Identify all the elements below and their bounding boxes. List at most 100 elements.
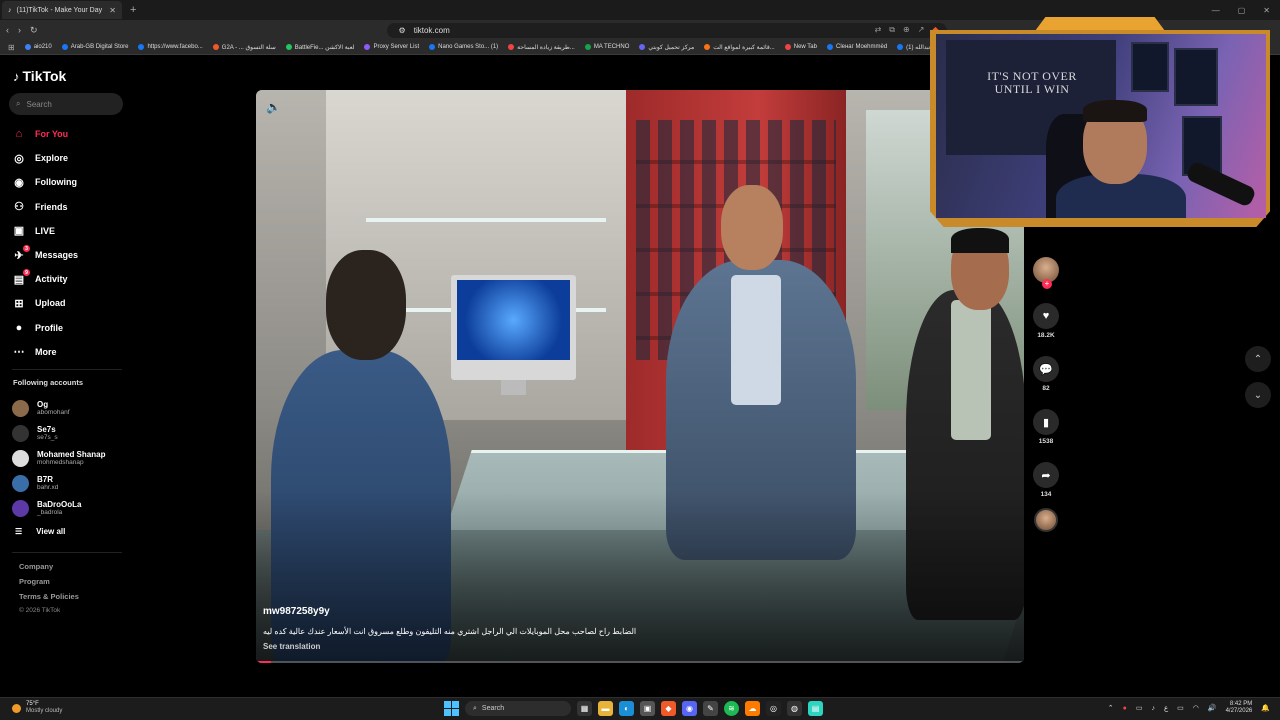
- nav-item-friends[interactable]: ⚇ Friends: [12, 195, 78, 219]
- bookmark-item[interactable]: مركز تحميل كوبتي: [639, 44, 694, 51]
- new-tab-icon[interactable]: +: [130, 4, 136, 16]
- follow-plus-icon[interactable]: +: [1042, 279, 1052, 289]
- bookmark-item[interactable]: قائمة كبيرة لمواقع الت...: [704, 44, 775, 51]
- search-placeholder: Search: [26, 99, 52, 109]
- bookmark-item[interactable]: https://www.facebo...: [138, 44, 203, 50]
- wifi-icon[interactable]: ◠: [1193, 704, 1199, 712]
- display-icon[interactable]: ▭: [1177, 704, 1184, 712]
- translate-icon[interactable]: ⇄: [875, 25, 882, 35]
- footer-link-company[interactable]: Company: [19, 562, 79, 577]
- creator-avatar[interactable]: +: [1033, 257, 1059, 289]
- app-icon[interactable]: ▤: [808, 701, 823, 716]
- taskbar-search[interactable]: ⌕ Search: [465, 701, 571, 716]
- spotify-icon[interactable]: ≋: [724, 701, 739, 716]
- language-icon[interactable]: ع: [1164, 704, 1168, 712]
- bookmark-item[interactable]: (1) عبدالله: [897, 44, 932, 51]
- clock[interactable]: 8:42 PM 4/27/2026: [1226, 701, 1253, 715]
- previous-video-button[interactable]: ⌃: [1245, 346, 1271, 372]
- nav-item-for-you[interactable]: ⌂ For You: [12, 122, 78, 146]
- sound-avatar[interactable]: [1034, 508, 1058, 532]
- comment-button[interactable]: 💬: [1033, 356, 1059, 382]
- maximize-icon[interactable]: ▢: [1238, 6, 1246, 15]
- video-player[interactable]: 🔈 mw987258y9y الضابط راح لصاحب محل الموب…: [256, 90, 1024, 663]
- nav-item-following[interactable]: ◉ Following: [12, 170, 78, 194]
- obs-icon[interactable]: ◎: [766, 701, 781, 716]
- account-item[interactable]: BaDroOoLa _badrola: [12, 496, 105, 521]
- store-icon[interactable]: ▣: [640, 701, 655, 716]
- account-item[interactable]: Og abomohanf: [12, 396, 105, 421]
- network-app-icon[interactable]: ▭: [1136, 704, 1143, 712]
- account-item[interactable]: Mohamed Shanap mohmedshanap: [12, 446, 105, 471]
- apps-grid-icon[interactable]: ⊞: [8, 43, 15, 52]
- bookmark-label: https://www.facebo...: [147, 44, 203, 50]
- bookmark-label: Arab-GB Digital Store: [70, 44, 129, 50]
- bookmark-item[interactable]: Nano Games Sto... (1): [429, 44, 498, 50]
- nav-item-explore[interactable]: ◎ Explore: [12, 146, 78, 170]
- poster: [1131, 42, 1169, 92]
- video-author[interactable]: mw987258y9y: [263, 606, 963, 617]
- search-input[interactable]: ⌕ Search: [9, 93, 123, 115]
- share-icon[interactable]: ↗: [918, 25, 925, 35]
- widgets-icon[interactable]: ▦: [577, 701, 592, 716]
- discord-icon[interactable]: ◉: [682, 701, 697, 716]
- volume-icon[interactable]: 🔊: [1208, 704, 1217, 712]
- browser-tab[interactable]: ♪ (11)TikTok - Make Your Day ✕: [2, 1, 122, 19]
- mic-icon[interactable]: ♪: [1151, 705, 1155, 712]
- notes-icon[interactable]: ✎: [703, 701, 718, 716]
- video-progress-bar[interactable]: [256, 661, 1024, 663]
- account-item[interactable]: B7R bahr.xd: [12, 471, 105, 496]
- volume-icon[interactable]: 🔈: [266, 100, 281, 114]
- reload-icon[interactable]: ↻: [30, 25, 38, 36]
- nav-item-activity[interactable]: ▤ 9 Activity: [12, 267, 78, 291]
- nav-item-live[interactable]: ▣ LIVE: [12, 219, 78, 243]
- bookmark-item[interactable]: Proxy Server List: [364, 44, 419, 50]
- view-all-label: View all: [36, 527, 66, 536]
- tiktok-logo[interactable]: ♪ TikTok: [13, 68, 66, 84]
- open-external-icon[interactable]: ⧉: [889, 25, 895, 35]
- view-all-button[interactable]: ☰ View all: [15, 527, 65, 536]
- nav-item-upload[interactable]: ⊞ Upload: [12, 291, 78, 315]
- weather-widget[interactable]: 75°F Mostly cloudy: [12, 701, 62, 715]
- bookmark-favicon-icon: [212, 44, 219, 50]
- start-button[interactable]: [444, 701, 459, 716]
- site-info-icon[interactable]: ⚙: [399, 26, 406, 35]
- bookmark-item[interactable]: G2A - ... سلة التسوق: [212, 44, 276, 51]
- close-window-icon[interactable]: ✕: [1263, 6, 1270, 15]
- cloud-app-icon[interactable]: ☁: [745, 701, 760, 716]
- share-button[interactable]: ➦: [1033, 462, 1059, 488]
- list-icon: ☰: [15, 527, 23, 536]
- see-translation-link[interactable]: See translation: [263, 642, 963, 651]
- chrome-icon[interactable]: ◍: [787, 701, 802, 716]
- save-button[interactable]: ▮: [1033, 409, 1059, 435]
- nav-item-profile[interactable]: ● Profile: [12, 316, 78, 340]
- like-button[interactable]: ♥: [1033, 303, 1059, 329]
- minimize-icon[interactable]: —: [1212, 6, 1220, 15]
- logo-text: TikTok: [22, 68, 67, 84]
- antivirus-icon[interactable]: ●: [1123, 705, 1127, 712]
- brave-icon[interactable]: ◆: [661, 701, 676, 716]
- chevron-up-icon[interactable]: ⌃: [1108, 704, 1114, 712]
- forward-icon[interactable]: ›: [18, 25, 21, 35]
- bookmark-item[interactable]: MA TECHNO: [584, 44, 629, 50]
- bookmark-item[interactable]: طريقة زيادة المساحة...: [508, 44, 575, 51]
- bookmark-item[interactable]: aio210: [24, 44, 52, 50]
- bookmark-item[interactable]: New Tab: [784, 44, 817, 50]
- zoom-icon[interactable]: ⊕: [903, 25, 910, 35]
- nav-item-messages[interactable]: ✈ 3 Messages: [12, 243, 78, 267]
- bookmark-favicon-icon: [24, 44, 31, 50]
- nav-item-more[interactable]: ⋯ More: [12, 340, 78, 364]
- footer-link-program[interactable]: Program: [19, 577, 79, 592]
- back-icon[interactable]: ‹: [6, 25, 9, 35]
- bookmark-item[interactable]: Arab-GB Digital Store: [61, 44, 129, 50]
- notification-icon[interactable]: 🔔: [1261, 704, 1270, 712]
- bookmark-item[interactable]: BattleFie... لعبة الاكشن: [285, 44, 354, 51]
- file-explorer-icon[interactable]: ▬: [598, 701, 613, 716]
- url-field[interactable]: ⚙ tiktok.com ⇄ ⧉ ⊕ ↗ ◆: [386, 22, 947, 38]
- bookmark-item[interactable]: Cleнaг Moehmmèd: [826, 44, 887, 50]
- next-video-button[interactable]: ⌄: [1245, 382, 1271, 408]
- account-item[interactable]: Se7s se7s_s: [12, 421, 105, 446]
- edge-icon[interactable]: ◐: [619, 701, 634, 716]
- close-tab-icon[interactable]: ✕: [109, 6, 116, 15]
- footer-link-terms[interactable]: Terms & Policies: [19, 592, 79, 607]
- video-description: الضابط راح لصاحب محل الموبايلات الي الرا…: [263, 627, 637, 636]
